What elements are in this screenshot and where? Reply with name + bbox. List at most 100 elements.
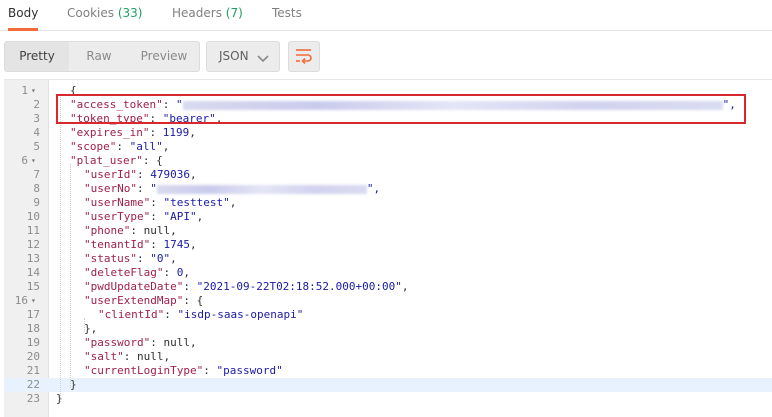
tab-cookies-count: (33): [117, 6, 143, 20]
json-key: "tenantId": [84, 238, 151, 251]
json-value: "password": [216, 364, 283, 377]
line-number: 3: [33, 112, 40, 125]
json-key: "scope": [70, 140, 117, 153]
wrap-lines-icon: [296, 49, 312, 64]
json-key: "plat_user": [70, 154, 143, 167]
json-key: "currentLoginType": [84, 364, 204, 377]
json-punct: ,: [189, 168, 197, 181]
code-line: 13 "status": "0",: [4, 252, 772, 266]
line-number: 5: [33, 140, 40, 153]
line-number: 1: [21, 84, 28, 97]
wrap-lines-button[interactable]: [288, 41, 320, 72]
preview-button[interactable]: Preview: [129, 42, 199, 71]
json-value: 479036: [150, 168, 190, 181]
code-text: "phone": null,: [84, 224, 177, 237]
code-text: "userName": "testtest",: [84, 196, 237, 209]
json-key: "userType": [84, 210, 151, 223]
code-line: 21 "currentLoginType": "password": [4, 364, 772, 378]
json-value: 1199: [162, 126, 190, 139]
line-number: 12: [26, 238, 40, 251]
json-value: {: [196, 294, 204, 307]
code-text: "plat_user": {: [70, 154, 163, 167]
json-punct: ,: [170, 224, 177, 237]
json-key: "userName": [84, 196, 151, 209]
line-number: 4: [33, 126, 40, 139]
code-line: 16 ▾ "userExtendMap": {: [4, 294, 772, 308]
json-value: "testtest": [163, 196, 230, 209]
raw-button[interactable]: Raw: [69, 42, 129, 71]
json-editor[interactable]: 1 ▾{2 "access_token": " ", 3 "token_type": "b…: [4, 79, 772, 417]
json-key: "clientId": [98, 308, 165, 321]
json-key: "status": [84, 252, 137, 265]
indent-guide: [60, 94, 61, 402]
code-text: "userId": 479036,: [84, 168, 197, 181]
code-line: 5 "scope": "all",: [4, 140, 772, 154]
json-value: null: [163, 336, 190, 349]
tab-headers[interactable]: Headers (7): [172, 0, 243, 28]
code-line: 7 "userId": 479036,: [4, 168, 772, 182]
line-number: 9: [33, 196, 40, 209]
json-punct: ,: [170, 252, 177, 265]
code-line: 20 "salt": null,: [4, 350, 772, 364]
line-number: 7: [33, 168, 40, 181]
line-number: 8: [33, 182, 40, 195]
tab-tests[interactable]: Tests: [272, 0, 302, 28]
json-punct: ,: [189, 336, 197, 349]
json-value: "0": [150, 252, 171, 265]
tab-tests-label: Tests: [272, 6, 302, 20]
json-punct: ,: [189, 238, 197, 251]
tab-body-label: Body: [8, 6, 39, 20]
json-key: "phone": [84, 224, 131, 237]
fold-toggle-icon[interactable]: ▾: [31, 294, 36, 308]
code-line: 12 "tenantId": 1745,: [4, 238, 772, 252]
json-punct: ,: [229, 196, 237, 209]
code-text: "clientId": "isdp-saas-openapi": [98, 308, 304, 321]
fold-toggle-icon[interactable]: ▾: [31, 84, 36, 98]
highlight-box: [56, 94, 746, 124]
code-text: "expires_in": 1199,: [70, 126, 196, 139]
tab-body[interactable]: Body: [8, 0, 38, 31]
json-value: "2021-09-22T02:18:52.000+00:00": [196, 280, 402, 293]
json-value: 1745: [163, 238, 190, 251]
line-number: 16: [14, 294, 28, 307]
response-toolbar: Pretty Raw Preview JSON: [0, 40, 772, 72]
json-key: "userId": [84, 168, 137, 181]
json-punct: ,: [189, 126, 196, 139]
code-text: "pwdUpdateDate": "2021-09-22T02:18:52.00…: [84, 280, 409, 293]
code-line: 17 "clientId": "isdp-saas-openapi": [4, 308, 772, 322]
format-select[interactable]: JSON: [206, 41, 280, 72]
line-number: 2: [33, 98, 40, 111]
line-number: 18: [26, 322, 40, 335]
code-text: },: [84, 322, 97, 336]
line-number: 17: [26, 308, 40, 321]
code-line: 22}: [4, 378, 772, 392]
redacted-value: [156, 184, 367, 194]
code-text: "currentLoginType": "password": [84, 364, 283, 377]
code-line: 19 "password": null,: [4, 336, 772, 350]
line-number: 6: [21, 154, 28, 167]
code-text: "scope": "all",: [70, 140, 170, 153]
code-line: 6 ▾ "plat_user": {: [4, 154, 772, 168]
code-line: 9 "userName": "testtest",: [4, 196, 772, 210]
pretty-button[interactable]: Pretty: [5, 42, 69, 71]
json-punct: ,: [401, 280, 409, 293]
json-value: null: [137, 350, 164, 363]
json-value: {: [156, 154, 163, 167]
chevron-down-icon: [257, 52, 269, 66]
json-punct: ,: [162, 140, 170, 153]
json-bracket: },: [84, 322, 98, 335]
tab-cookies[interactable]: Cookies (33): [67, 0, 142, 28]
code-line: 23}: [4, 392, 772, 406]
code-line: 18},: [4, 322, 772, 336]
json-value: "all": [129, 140, 163, 153]
json-key: "pwdUpdateDate": [84, 280, 184, 293]
json-value: ": [150, 182, 157, 195]
json-punct: ",: [366, 182, 381, 195]
fold-toggle-icon[interactable]: ▾: [31, 154, 36, 168]
code-text: "userExtendMap": {: [84, 294, 204, 307]
line-number: 23: [26, 392, 40, 405]
code-text: "password": null,: [84, 336, 197, 349]
json-punct: ,: [183, 266, 190, 279]
view-mode-group: Pretty Raw Preview: [4, 41, 200, 72]
line-number: 10: [26, 210, 40, 223]
